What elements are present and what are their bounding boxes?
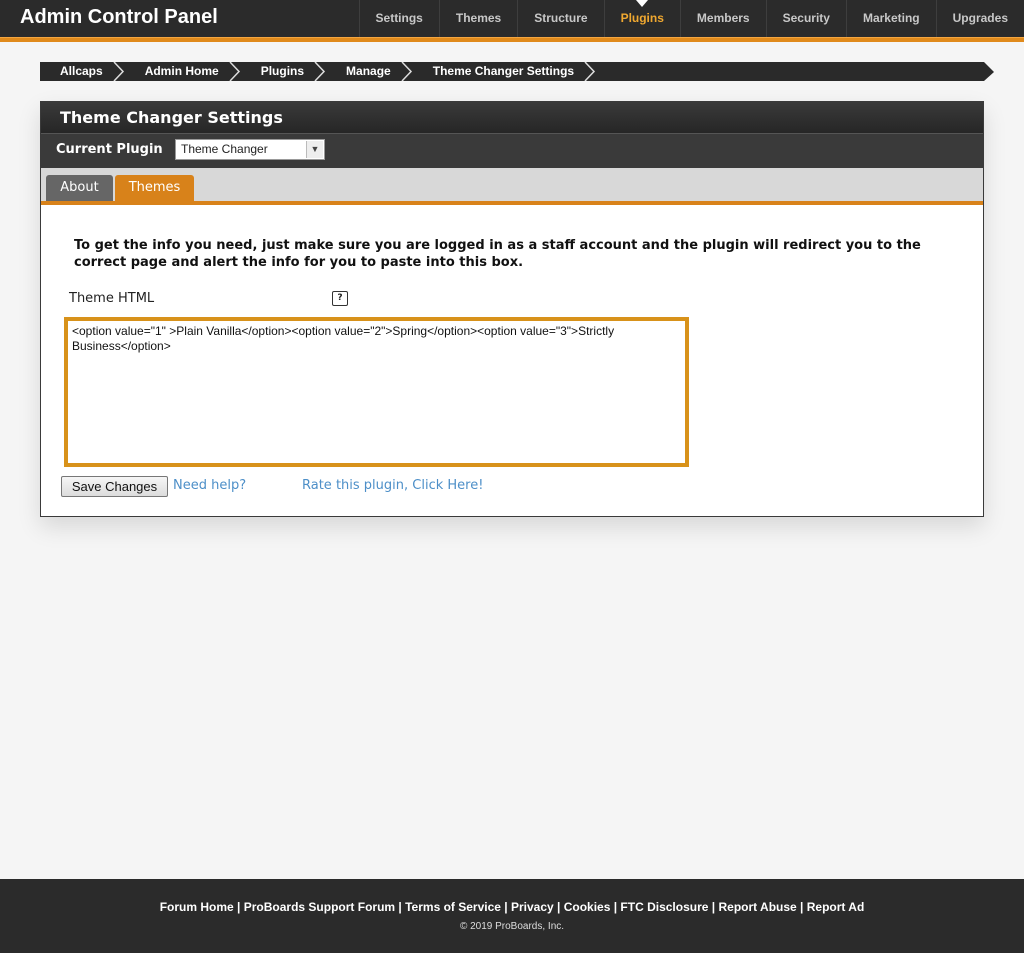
breadcrumb-label: Admin Home xyxy=(144,64,219,78)
breadcrumb-label: Plugins xyxy=(260,64,305,78)
footer-link-report-abuse[interactable]: Report Abuse xyxy=(718,900,796,914)
app-title: Admin Control Panel xyxy=(20,6,218,28)
footer-link-ftc[interactable]: FTC Disclosure xyxy=(620,900,708,914)
breadcrumb-item-admin-home[interactable]: Admin Home xyxy=(125,62,241,81)
footer-link-support-forum[interactable]: ProBoards Support Forum xyxy=(244,900,395,914)
current-plugin-label: Current Plugin xyxy=(56,142,163,157)
settings-panel: Theme Changer Settings Current Plugin Th… xyxy=(40,101,984,517)
instructions-text: To get the info you need, just make sure… xyxy=(74,238,921,270)
copyright-text: © 2019 ProBoards, Inc. xyxy=(459,921,565,932)
footer-link-cookies[interactable]: Cookies xyxy=(564,900,611,914)
panel-title: Theme Changer Settings xyxy=(41,102,983,133)
breadcrumb-label: Theme Changer Settings xyxy=(432,64,575,78)
footer-link-report-ad[interactable]: Report Ad xyxy=(807,900,865,914)
chevron-right-icon xyxy=(113,62,125,81)
footer: Forum Home | ProBoards Support Forum | T… xyxy=(0,879,1024,953)
current-plugin-value: Theme Changer xyxy=(181,142,268,156)
breadcrumb: Allcaps Admin Home Plugins Manage Theme … xyxy=(40,62,994,81)
chevron-down-icon: ▼ xyxy=(306,141,323,158)
footer-link-terms[interactable]: Terms of Service xyxy=(405,900,501,914)
theme-html-textarea[interactable]: <option value="1" >Plain Vanilla</option… xyxy=(64,317,689,467)
breadcrumb-item-allcaps[interactable]: Allcaps xyxy=(40,62,125,81)
nav-item-upgrades[interactable]: Upgrades xyxy=(935,0,1024,37)
footer-links: Forum Home | ProBoards Support Forum | T… xyxy=(159,900,865,914)
tab-content: To get the info you need, just make sure… xyxy=(41,205,983,517)
chevron-right-icon xyxy=(401,62,413,81)
nav-item-themes[interactable]: Themes xyxy=(438,0,517,37)
breadcrumb-item-plugins[interactable]: Plugins xyxy=(241,62,326,81)
nav-item-plugins-label: Plugins xyxy=(620,11,664,25)
help-icon[interactable]: ? xyxy=(332,291,348,306)
top-bar: Admin Control Panel Settings Themes Stru… xyxy=(0,0,1024,37)
breadcrumb-item-theme-changer-settings[interactable]: Theme Changer Settings xyxy=(413,62,596,81)
need-help-link[interactable]: Need help? xyxy=(173,478,246,493)
rate-plugin-link[interactable]: Rate this plugin, Click Here! xyxy=(302,478,483,493)
tab-bar: About Themes xyxy=(41,168,983,205)
main-nav: Settings Themes Structure Plugins Member… xyxy=(358,0,1024,37)
current-plugin-select[interactable]: Theme Changer ▼ xyxy=(175,139,325,160)
breadcrumb-item-manage[interactable]: Manage xyxy=(326,62,413,81)
chevron-right-icon xyxy=(229,62,241,81)
breadcrumb-label: Manage xyxy=(346,64,391,78)
save-changes-button[interactable]: Save Changes xyxy=(61,476,168,497)
breadcrumb-label: Allcaps xyxy=(60,64,103,78)
chevron-right-icon xyxy=(314,62,326,81)
active-caret-icon xyxy=(636,0,649,7)
current-plugin-row: Current Plugin Theme Changer ▼ xyxy=(41,133,983,168)
nav-item-plugins[interactable]: Plugins xyxy=(603,0,680,37)
footer-link-forum-home[interactable]: Forum Home xyxy=(160,900,234,914)
nav-item-security[interactable]: Security xyxy=(765,0,846,37)
chevron-right-icon xyxy=(584,62,596,81)
footer-link-privacy[interactable]: Privacy xyxy=(511,900,554,914)
tab-about[interactable]: About xyxy=(46,175,113,201)
nav-item-members[interactable]: Members xyxy=(679,0,766,37)
nav-item-marketing[interactable]: Marketing xyxy=(845,0,936,37)
nav-item-structure[interactable]: Structure xyxy=(517,0,603,37)
accent-stripe xyxy=(0,37,1024,42)
tab-themes[interactable]: Themes xyxy=(115,175,194,201)
theme-html-label: Theme HTML xyxy=(69,291,155,306)
nav-item-settings[interactable]: Settings xyxy=(358,0,439,37)
